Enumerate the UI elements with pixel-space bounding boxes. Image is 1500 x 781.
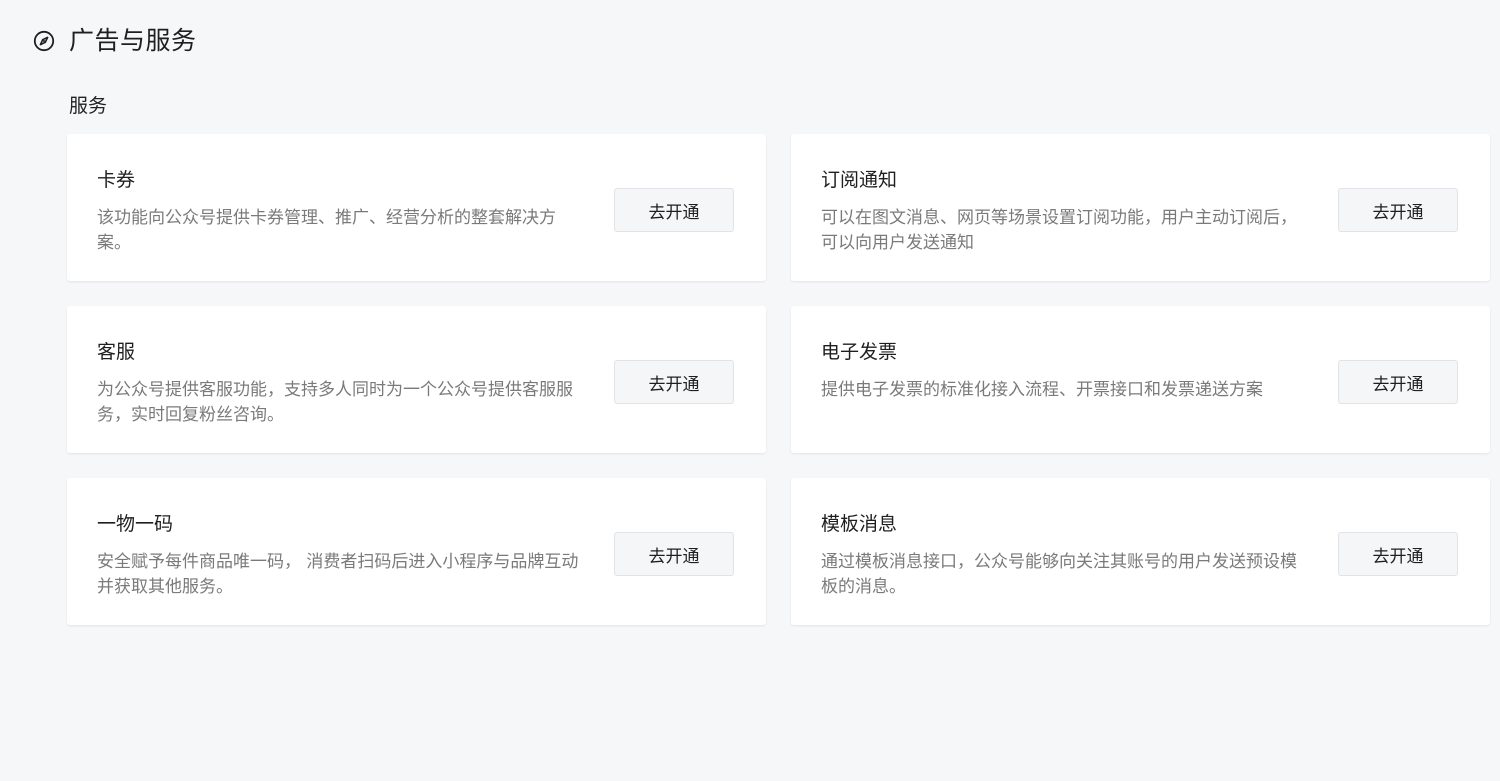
activate-button-e-invoice[interactable]: 去开通	[1338, 360, 1458, 404]
service-card-grid: 卡券 该功能向公众号提供卡券管理、推广、经营分析的整套解决方案。 去开通 订阅通…	[67, 134, 1490, 625]
service-card-e-invoice: 电子发票 提供电子发票的标准化接入流程、开票接口和发票递送方案 去开通	[791, 306, 1490, 453]
service-card-description: 安全赋予每件商品唯一码， 消费者扫码后进入小程序与品牌互动并获取其他服务。	[97, 552, 579, 597]
service-card-name: 一物一码	[97, 513, 174, 535]
activate-button-template-message[interactable]: 去开通	[1338, 532, 1458, 576]
page-title: 广告与服务	[69, 26, 197, 55]
section-label-services: 服务	[69, 95, 108, 117]
activate-button-one-item-one-code[interactable]: 去开通	[614, 532, 734, 576]
activate-button-customer-service[interactable]: 去开通	[614, 360, 734, 404]
service-card-one-item-one-code: 一物一码 安全赋予每件商品唯一码， 消费者扫码后进入小程序与品牌互动并获取其他服…	[67, 478, 766, 625]
service-card-description: 为公众号提供客服功能，支持多人同时为一个公众号提供客服服务，实时回复粉丝咨询。	[97, 380, 573, 425]
service-card-description: 通过模板消息接口，公众号能够向关注其账号的用户发送预设模板的消息。	[821, 552, 1297, 597]
service-card-template-message: 模板消息 通过模板消息接口，公众号能够向关注其账号的用户发送预设模板的消息。 去…	[791, 478, 1490, 625]
service-card-customer-service: 客服 为公众号提供客服功能，支持多人同时为一个公众号提供客服服务，实时回复粉丝咨…	[67, 306, 766, 453]
service-card-name: 电子发票	[821, 341, 898, 363]
service-card-description: 该功能向公众号提供卡券管理、推广、经营分析的整套解决方案。	[97, 208, 556, 253]
service-card-description: 可以在图文消息、网页等场景设置订阅功能，用户主动订阅后，可以向用户发送通知	[821, 208, 1297, 253]
service-card-coupon: 卡券 该功能向公众号提供卡券管理、推广、经营分析的整套解决方案。 去开通	[67, 134, 766, 281]
service-card-name: 客服	[97, 341, 136, 363]
activate-button-subscription-notice[interactable]: 去开通	[1338, 188, 1458, 232]
service-card-name: 卡券	[97, 169, 136, 191]
page-header: 广告与服务	[33, 25, 197, 57]
service-card-name: 模板消息	[821, 513, 898, 535]
service-card-description: 提供电子发票的标准化接入流程、开票接口和发票递送方案	[821, 380, 1263, 400]
service-card-name: 订阅通知	[821, 169, 898, 191]
service-card-subscription-notice: 订阅通知 可以在图文消息、网页等场景设置订阅功能，用户主动订阅后，可以向用户发送…	[791, 134, 1490, 281]
activate-button-coupon[interactable]: 去开通	[614, 188, 734, 232]
compass-icon	[33, 30, 55, 52]
